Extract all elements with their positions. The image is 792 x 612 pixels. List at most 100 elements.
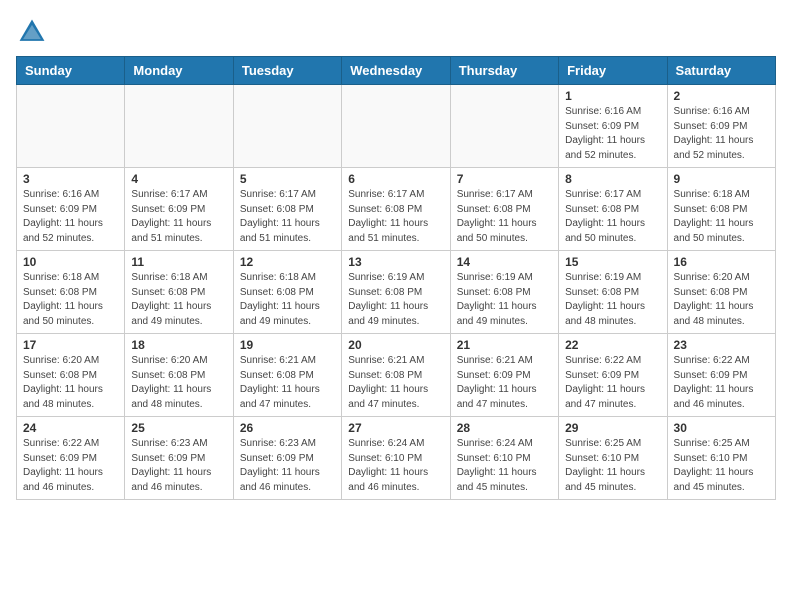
day-info: Sunrise: 6:19 AM Sunset: 6:08 PM Dayligh…: [348, 271, 443, 329]
day-number: 26: [240, 421, 335, 435]
day-info: Sunrise: 6:17 AM Sunset: 6:08 PM Dayligh…: [240, 188, 335, 246]
day-number: 15: [565, 255, 660, 269]
calendar-day-cell: 27 Sunrise: 6:24 AM Sunset: 6:10 PM Dayli…: [342, 417, 450, 500]
calendar-day-cell: 23 Sunrise: 6:22 AM Sunset: 6:09 PM Dayli…: [667, 334, 775, 417]
day-info: Sunrise: 6:22 AM Sunset: 6:09 PM Dayligh…: [674, 354, 769, 412]
calendar-day-cell: 11 Sunrise: 6:18 AM Sunset: 6:08 PM Dayli…: [125, 251, 233, 334]
day-info: Sunrise: 6:20 AM Sunset: 6:08 PM Dayligh…: [674, 271, 769, 329]
calendar-day-cell: [233, 85, 341, 168]
day-number: 11: [131, 255, 226, 269]
day-number: 16: [674, 255, 769, 269]
day-info: Sunrise: 6:21 AM Sunset: 6:08 PM Dayligh…: [348, 354, 443, 412]
calendar-day-cell: 9 Sunrise: 6:18 AM Sunset: 6:08 PM Daylig…: [667, 168, 775, 251]
calendar-day-cell: 1 Sunrise: 6:16 AM Sunset: 6:09 PM Daylig…: [559, 85, 667, 168]
day-of-week-header: Saturday: [667, 57, 775, 85]
day-info: Sunrise: 6:20 AM Sunset: 6:08 PM Dayligh…: [23, 354, 118, 412]
day-number: 9: [674, 172, 769, 186]
day-info: Sunrise: 6:18 AM Sunset: 6:08 PM Dayligh…: [131, 271, 226, 329]
day-number: 19: [240, 338, 335, 352]
calendar-day-cell: 24 Sunrise: 6:22 AM Sunset: 6:09 PM Dayli…: [17, 417, 125, 500]
day-number: 21: [457, 338, 552, 352]
day-of-week-header: Friday: [559, 57, 667, 85]
calendar-day-cell: 29Sunrise: 6:25 AM Sunset: 6:10 PM Dayli…: [559, 417, 667, 500]
calendar-day-cell: 19 Sunrise: 6:21 AM Sunset: 6:08 PM Dayli…: [233, 334, 341, 417]
calendar-day-cell: 21 Sunrise: 6:21 AM Sunset: 6:09 PM Dayli…: [450, 334, 558, 417]
day-number: 22: [565, 338, 660, 352]
day-of-week-header: Sunday: [17, 57, 125, 85]
calendar-week-row: 1 Sunrise: 6:16 AM Sunset: 6:09 PM Daylig…: [17, 85, 776, 168]
day-info: Sunrise: 6:16 AM Sunset: 6:09 PM Dayligh…: [565, 105, 660, 163]
calendar-day-cell: 12 Sunrise: 6:18 AM Sunset: 6:08 PM Dayli…: [233, 251, 341, 334]
day-info: Sunrise: 6:23 AM Sunset: 6:09 PM Dayligh…: [240, 437, 335, 495]
day-number: 4: [131, 172, 226, 186]
day-info: Sunrise: 6:23 AM Sunset: 6:09 PM Dayligh…: [131, 437, 226, 495]
calendar-day-cell: 2 Sunrise: 6:16 AM Sunset: 6:09 PM Daylig…: [667, 85, 775, 168]
day-number: 25: [131, 421, 226, 435]
day-number: 18: [131, 338, 226, 352]
day-info: Sunrise: 6:17 AM Sunset: 6:08 PM Dayligh…: [348, 188, 443, 246]
day-info: Sunrise: 6:21 AM Sunset: 6:08 PM Dayligh…: [240, 354, 335, 412]
calendar-day-cell: [342, 85, 450, 168]
calendar-week-row: 10 Sunrise: 6:18 AM Sunset: 6:08 PM Dayli…: [17, 251, 776, 334]
day-of-week-header: Thursday: [450, 57, 558, 85]
calendar-day-cell: 18 Sunrise: 6:20 AM Sunset: 6:08 PM Dayli…: [125, 334, 233, 417]
calendar-day-cell: 22 Sunrise: 6:22 AM Sunset: 6:09 PM Dayli…: [559, 334, 667, 417]
day-info: Sunrise: 6:25 AM Sunset: 6:10 PM Dayligh…: [674, 437, 769, 495]
day-info: Sunrise: 6:17 AM Sunset: 6:08 PM Dayligh…: [565, 188, 660, 246]
calendar-day-cell: 6 Sunrise: 6:17 AM Sunset: 6:08 PM Daylig…: [342, 168, 450, 251]
calendar-day-cell: 4 Sunrise: 6:17 AM Sunset: 6:09 PM Daylig…: [125, 168, 233, 251]
calendar-day-cell: 14Sunrise: 6:19 AM Sunset: 6:08 PM Dayli…: [450, 251, 558, 334]
calendar-day-cell: 13 Sunrise: 6:19 AM Sunset: 6:08 PM Dayli…: [342, 251, 450, 334]
calendar-week-row: 3Sunrise: 6:16 AM Sunset: 6:09 PM Daylig…: [17, 168, 776, 251]
day-number: 20: [348, 338, 443, 352]
day-info: Sunrise: 6:19 AM Sunset: 6:08 PM Dayligh…: [565, 271, 660, 329]
day-number: 12: [240, 255, 335, 269]
day-info: Sunrise: 6:18 AM Sunset: 6:08 PM Dayligh…: [240, 271, 335, 329]
day-info: Sunrise: 6:24 AM Sunset: 6:10 PM Dayligh…: [348, 437, 443, 495]
calendar-day-cell: 7Sunrise: 6:17 AM Sunset: 6:08 PM Daylig…: [450, 168, 558, 251]
day-number: 6: [348, 172, 443, 186]
day-number: 27: [348, 421, 443, 435]
day-info: Sunrise: 6:16 AM Sunset: 6:09 PM Dayligh…: [674, 105, 769, 163]
day-number: 8: [565, 172, 660, 186]
calendar-day-cell: 3Sunrise: 6:16 AM Sunset: 6:09 PM Daylig…: [17, 168, 125, 251]
calendar-day-cell: 10 Sunrise: 6:18 AM Sunset: 6:08 PM Dayli…: [17, 251, 125, 334]
day-number: 3: [23, 172, 118, 186]
logo: [16, 16, 52, 48]
calendar-day-cell: 20 Sunrise: 6:21 AM Sunset: 6:08 PM Dayli…: [342, 334, 450, 417]
calendar-day-cell: [450, 85, 558, 168]
day-info: Sunrise: 6:21 AM Sunset: 6:09 PM Dayligh…: [457, 354, 552, 412]
calendar-day-cell: 8 Sunrise: 6:17 AM Sunset: 6:08 PM Daylig…: [559, 168, 667, 251]
day-number: 24: [23, 421, 118, 435]
calendar-day-cell: 16 Sunrise: 6:20 AM Sunset: 6:08 PM Dayli…: [667, 251, 775, 334]
day-of-week-header: Tuesday: [233, 57, 341, 85]
calendar-day-cell: 25 Sunrise: 6:23 AM Sunset: 6:09 PM Dayli…: [125, 417, 233, 500]
day-number: 17: [23, 338, 118, 352]
day-info: Sunrise: 6:18 AM Sunset: 6:08 PM Dayligh…: [674, 188, 769, 246]
day-info: Sunrise: 6:18 AM Sunset: 6:08 PM Dayligh…: [23, 271, 118, 329]
calendar-day-cell: 30Sunrise: 6:25 AM Sunset: 6:10 PM Dayli…: [667, 417, 775, 500]
calendar-day-cell: 28 Sunrise: 6:24 AM Sunset: 6:10 PM Dayli…: [450, 417, 558, 500]
day-number: 10: [23, 255, 118, 269]
day-info: Sunrise: 6:17 AM Sunset: 6:09 PM Dayligh…: [131, 188, 226, 246]
day-number: 13: [348, 255, 443, 269]
calendar-header-row: SundayMondayTuesdayWednesdayThursdayFrid…: [17, 57, 776, 85]
day-number: 1: [565, 89, 660, 103]
day-info: Sunrise: 6:24 AM Sunset: 6:10 PM Dayligh…: [457, 437, 552, 495]
day-number: 2: [674, 89, 769, 103]
day-info: Sunrise: 6:22 AM Sunset: 6:09 PM Dayligh…: [565, 354, 660, 412]
day-info: Sunrise: 6:22 AM Sunset: 6:09 PM Dayligh…: [23, 437, 118, 495]
day-number: 14: [457, 255, 552, 269]
day-number: 28: [457, 421, 552, 435]
calendar-day-cell: [125, 85, 233, 168]
calendar-day-cell: [17, 85, 125, 168]
day-info: Sunrise: 6:25 AM Sunset: 6:10 PM Dayligh…: [565, 437, 660, 495]
calendar-table: SundayMondayTuesdayWednesdayThursdayFrid…: [16, 56, 776, 500]
day-of-week-header: Wednesday: [342, 57, 450, 85]
calendar-day-cell: 26 Sunrise: 6:23 AM Sunset: 6:09 PM Dayli…: [233, 417, 341, 500]
day-number: 5: [240, 172, 335, 186]
calendar-day-cell: 5 Sunrise: 6:17 AM Sunset: 6:08 PM Daylig…: [233, 168, 341, 251]
page-header: [16, 16, 776, 48]
day-info: Sunrise: 6:20 AM Sunset: 6:08 PM Dayligh…: [131, 354, 226, 412]
day-number: 23: [674, 338, 769, 352]
